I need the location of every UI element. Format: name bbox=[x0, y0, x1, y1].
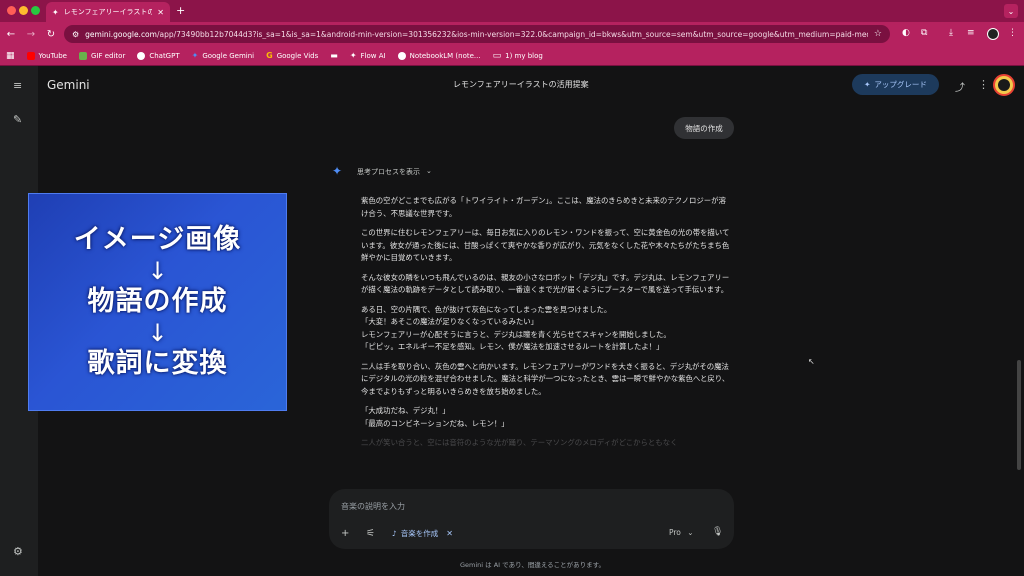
minimize-window-button[interactable] bbox=[19, 6, 28, 15]
down-arrow-icon: ↓ bbox=[147, 319, 168, 347]
prompt-input[interactable]: 音楽の説明を入力 bbox=[341, 501, 405, 512]
upgrade-button[interactable]: ✦ アップグレード bbox=[852, 74, 939, 95]
bookmark-google-gemini[interactable]: ✦ Google Gemini bbox=[192, 51, 255, 60]
settings-icon[interactable]: ⚙ bbox=[13, 545, 23, 558]
overlay-caption-card: イメージ画像 ↓ 物語の作成 ↓ 歌詞に変換 bbox=[28, 193, 287, 411]
site-settings-icon[interactable]: ⚙ bbox=[72, 30, 79, 39]
bookmark-star-icon[interactable]: ☆ bbox=[874, 29, 882, 39]
flow-icon: ▬ bbox=[330, 51, 338, 60]
close-chip-icon[interactable]: ✕ bbox=[446, 529, 453, 538]
browser-menu-icon[interactable]: ⋮ bbox=[1008, 28, 1017, 38]
show-thinking-toggle[interactable]: 思考プロセスを表示 ⌄ bbox=[357, 167, 432, 177]
close-window-button[interactable] bbox=[7, 6, 16, 15]
tab-search-button[interactable]: ⌄ bbox=[1004, 4, 1018, 18]
disclaimer-text: Gemini は AI であり、間違えることがあります。 bbox=[460, 561, 605, 569]
response-paragraph: ある日、空の片隅で、色が抜けて灰色になってしまった雲を見つけました。 「大変！あ… bbox=[361, 304, 671, 352]
chatgpt-icon bbox=[137, 51, 146, 60]
profile-avatar[interactable] bbox=[993, 74, 1015, 96]
notebooklm-icon bbox=[397, 51, 406, 60]
response-paragraph: 紫色の空がどこまでも広がる「トワイライト・ガーデン」。ここは、魔法のきらめきと未… bbox=[361, 196, 726, 218]
bookmark-gif-editor[interactable]: GIF editor bbox=[78, 51, 125, 60]
url-host: gemini.google.com bbox=[85, 29, 157, 39]
address-bar[interactable]: ⚙ gemini.google.com/app/73490bb12b7044d3… bbox=[64, 25, 890, 43]
gemini-icon: ✦ bbox=[52, 7, 59, 17]
gemini-icon: ✦ bbox=[191, 51, 199, 60]
mouse-cursor-icon: ↖ bbox=[808, 357, 815, 366]
forward-icon[interactable]: → bbox=[22, 29, 40, 40]
bookmark-notebooklm[interactable]: NotebookLM (note... bbox=[397, 51, 481, 60]
bookmark-flow-ai-1[interactable]: ▬ bbox=[330, 51, 338, 60]
google-icon: G bbox=[266, 51, 273, 60]
prompt-composer[interactable]: 音楽の説明を入力 + ⚟ bbox=[329, 489, 734, 549]
bookmarks-bar: ▦ YouTube GIF editor ChatGPT ✦ Google Gem… bbox=[0, 46, 1024, 66]
youtube-icon bbox=[26, 51, 35, 60]
scrollbar[interactable] bbox=[1017, 360, 1021, 470]
gemini-spark-icon: ✦ bbox=[332, 164, 343, 178]
bookmark-youtube[interactable]: YouTube bbox=[26, 51, 67, 60]
menu-icon[interactable]: ≡ bbox=[13, 79, 22, 92]
down-arrow-icon: ↓ bbox=[147, 257, 168, 285]
download-icon[interactable]: ⤓ bbox=[949, 28, 953, 38]
flow-icon: ✦ bbox=[349, 51, 357, 60]
response-text: 紫色の空がどこまでも広がる「トワイライト・ガーデン」。ここは、魔法のきらめきと未… bbox=[361, 195, 733, 457]
tab-title: レモンフェアリーイラストの活用 bbox=[63, 8, 153, 16]
overlay-line-story: 物語の作成 bbox=[87, 286, 228, 317]
overlay-line-image: イメージ画像 bbox=[73, 224, 242, 255]
browser-tab-bar: ✦ レモンフェアリーイラストの活用 ✕ + ⌄ bbox=[0, 0, 1024, 22]
url-path: /app/73490bb12b7044d3?is_sa=1&is_sa=1&an… bbox=[156, 29, 868, 39]
browser-tab[interactable]: ✦ レモンフェアリーイラストの活用 ✕ bbox=[46, 2, 170, 22]
more-options-icon[interactable]: ⋮ bbox=[978, 78, 989, 91]
user-message-bubble: 物語の作成 bbox=[674, 117, 734, 139]
sparkle-icon: ✦ bbox=[864, 80, 871, 89]
close-tab-icon[interactable]: ✕ bbox=[157, 8, 164, 17]
overlay-line-lyrics: 歌詞に変換 bbox=[87, 348, 228, 379]
bookmark-google-vids[interactable]: G Google Vids bbox=[266, 51, 318, 60]
new-chat-icon[interactable]: ✎ bbox=[13, 113, 22, 126]
new-tab-button[interactable]: + bbox=[176, 4, 185, 17]
response-paragraph: そんな彼女の隣をいつも飛んでいるのは、親友の小さなロボット「デジ丸」です。デジ丸… bbox=[361, 272, 730, 295]
extension-icon[interactable]: ◐ bbox=[902, 28, 910, 38]
response-paragraph: 「大成功だね、デジ丸！」 「最高のコンビネーションだね、レモン！」 bbox=[361, 406, 509, 428]
apps-grid-icon[interactable]: ▦ bbox=[6, 51, 15, 61]
response-paragraph: この世界に住むレモンフェアリーは、毎日お気に入りのレモン・ワンドを振って、空に黄… bbox=[361, 228, 730, 262]
share-icon[interactable]: ⤴ bbox=[955, 79, 965, 94]
gif-icon bbox=[78, 51, 87, 60]
response-paragraph-faded: 二人が笑い合うと、空には音符のような光が踊り、テーマソングのメロディがどこからと… bbox=[361, 438, 678, 447]
media-icon[interactable]: ≡ bbox=[967, 28, 975, 38]
model-selector[interactable]: Pro ⌄ bbox=[669, 528, 694, 537]
reload-icon[interactable]: ↻ bbox=[42, 29, 60, 40]
tools-icon[interactable]: ⚟ bbox=[366, 528, 375, 539]
chevron-down-icon: ⌄ bbox=[426, 167, 432, 175]
conversation-title: レモンフェアリーイラストの活用提案 bbox=[453, 80, 589, 89]
microphone-icon[interactable]: 🎙 bbox=[712, 527, 723, 537]
gemini-brand[interactable]: Gemini bbox=[47, 78, 90, 92]
maximize-window-button[interactable] bbox=[31, 6, 40, 15]
chevron-down-icon: ⌄ bbox=[687, 528, 694, 537]
bookmark-flow-ai-2[interactable]: ✦ Flow AI bbox=[350, 51, 386, 60]
bookmark-my-blog[interactable]: ▭ 1) my blog bbox=[493, 51, 543, 61]
bookmark-chatgpt[interactable]: ChatGPT bbox=[137, 51, 180, 60]
puzzle-icon[interactable]: ⧉ bbox=[921, 28, 927, 38]
add-icon[interactable]: + bbox=[341, 528, 349, 539]
music-tool-chip[interactable]: ♪ 音楽を作成 ✕ bbox=[392, 528, 453, 539]
response-paragraph: 二人は手を取り合い、灰色の雲へと向かいます。レモンフェアリーがワンドを大きく振る… bbox=[361, 361, 730, 396]
back-icon[interactable]: ← bbox=[2, 29, 20, 40]
profile-avatar-small[interactable] bbox=[987, 28, 999, 40]
music-note-icon: ♪ bbox=[392, 529, 397, 538]
folder-icon: ▭ bbox=[492, 50, 502, 61]
